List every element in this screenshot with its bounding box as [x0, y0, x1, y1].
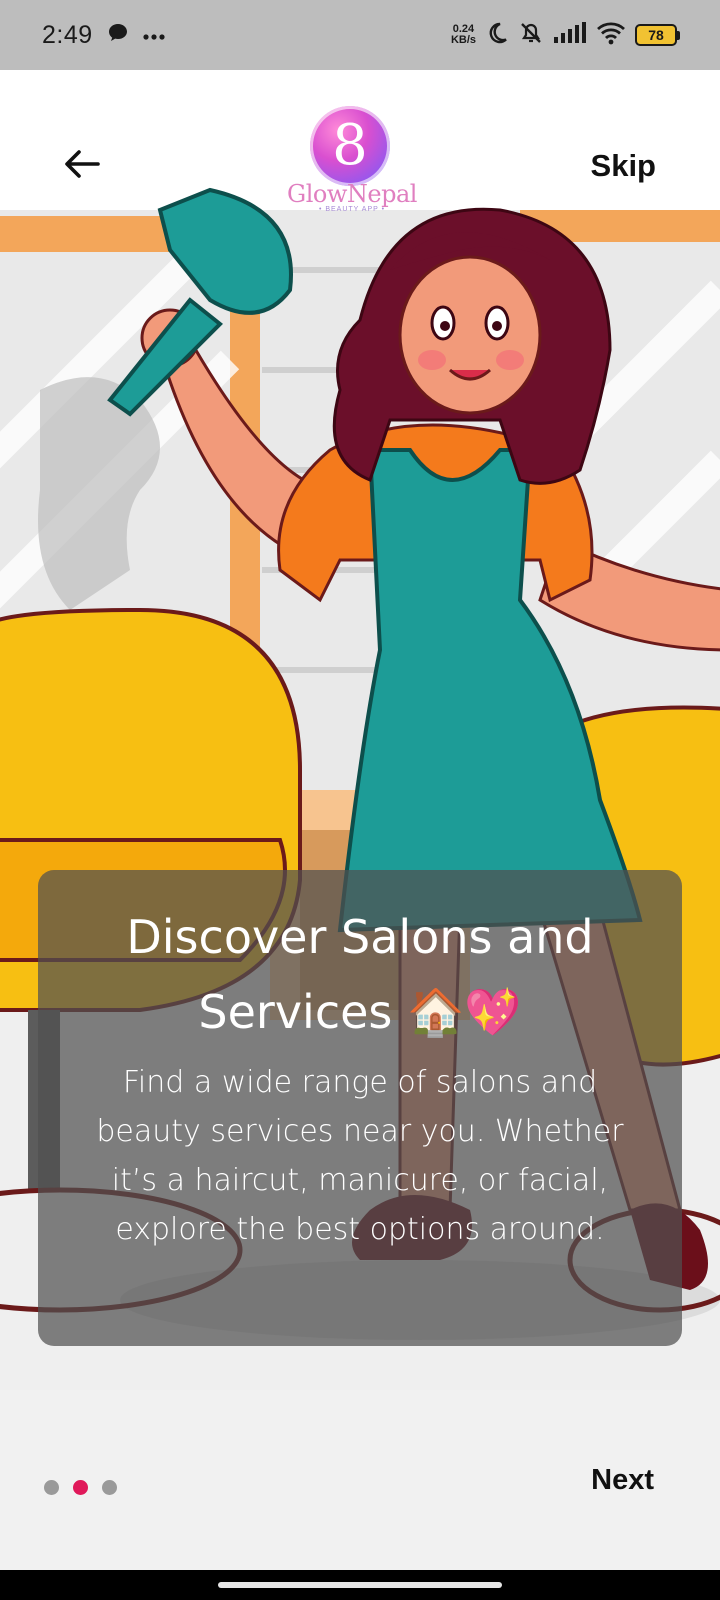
skip-button[interactable]: Skip [591, 148, 656, 184]
status-bar: 2:49 0.24 KB/s 78 [0, 0, 720, 70]
status-time: 2:49 [42, 20, 93, 49]
network-speed-unit: KB/s [450, 34, 476, 46]
onboarding-screen: 8 GlowNepal • BEAUTY APP • Skip Discover… [0, 70, 720, 1570]
battery-tip [677, 30, 680, 40]
slide-description: Find a wide range of salons and beauty s… [96, 1065, 624, 1247]
status-left: 2:49 [42, 21, 165, 50]
onboarding-info-card: Discover Salons and Services 🏠💖 Find a w… [38, 870, 682, 1346]
more-icon [143, 26, 165, 45]
status-right: 0.24 KB/s 78 [451, 20, 680, 50]
back-button[interactable] [58, 142, 106, 190]
slide-title: Discover Salons and Services 🏠💖 [126, 910, 594, 1039]
stylist-face [398, 255, 542, 415]
stylist-left-pupil [440, 321, 450, 331]
pager-dot-2-active[interactable] [73, 1480, 88, 1495]
stylist-right-pupil [492, 321, 502, 331]
next-button[interactable]: Next [591, 1464, 654, 1497]
pager-dot-1[interactable] [44, 1480, 59, 1495]
stylist-right-blush [496, 350, 524, 370]
logo-subtext: • BEAUTY APP • [318, 206, 386, 213]
pager-dot-3[interactable] [102, 1480, 117, 1495]
arrow-left-icon [64, 149, 100, 183]
app-logo: 8 GlowNepal • BEAUTY APP • [282, 106, 422, 218]
logo-text: GlowNepal [287, 180, 417, 208]
network-speed: 0.24 KB/s [451, 24, 476, 46]
system-navigation-bar [0, 1570, 720, 1600]
logo-mark: 8 [310, 106, 390, 186]
moon-icon [485, 21, 509, 49]
mute-icon [518, 20, 544, 50]
battery-level: 78 [635, 24, 677, 46]
wifi-icon [596, 21, 626, 49]
stylist-left-blush [418, 350, 446, 370]
home-indicator[interactable] [218, 1582, 502, 1588]
pager-indicator [44, 1480, 117, 1495]
chat-icon [107, 22, 129, 48]
signal-icon [553, 22, 587, 48]
battery-icon: 78 [635, 24, 680, 46]
